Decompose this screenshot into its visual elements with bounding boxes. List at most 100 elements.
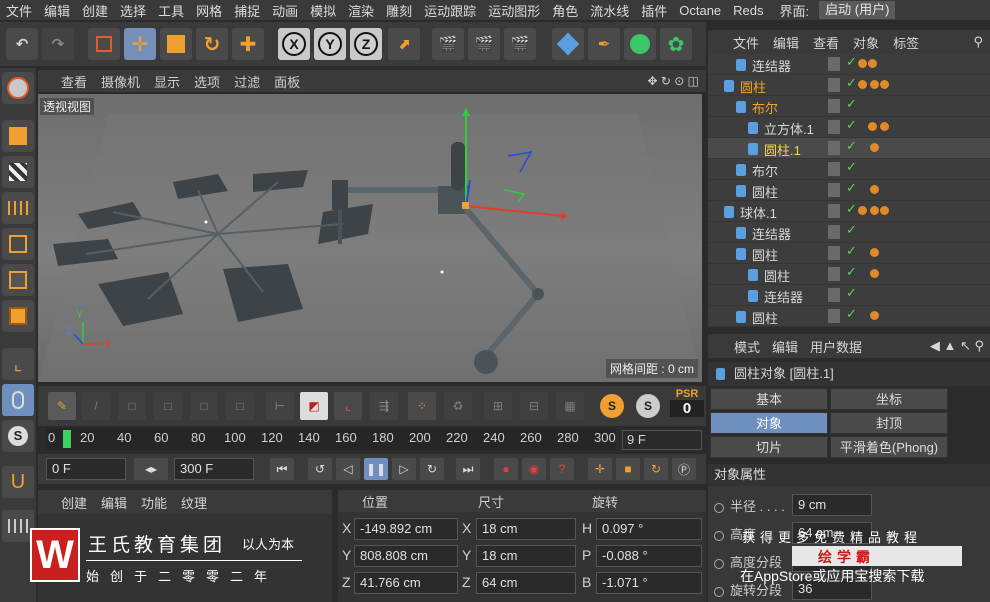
enabled-check-icon[interactable]: ✓ — [846, 285, 857, 301]
axis-mode-button[interactable]: ⌞ — [2, 348, 34, 380]
key-param-button[interactable]: Ⓟ — [672, 458, 696, 480]
tag-icon[interactable] — [868, 59, 877, 68]
menu-octane[interactable]: Octane — [673, 3, 727, 18]
visibility-toggle[interactable] — [828, 99, 840, 113]
viewport-nav-icons[interactable]: ✥ ↻ ⊙ ◫ — [640, 74, 706, 88]
visibility-toggle[interactable] — [828, 57, 840, 71]
snap-button[interactable]: S — [2, 420, 34, 452]
viewport-menu-view[interactable]: 查看 — [54, 72, 94, 91]
model-mode-button[interactable] — [2, 120, 34, 152]
tag-icon[interactable] — [868, 122, 877, 131]
current-frame-field[interactable]: 9 F — [622, 430, 702, 450]
enabled-check-icon[interactable]: ✓ — [846, 54, 857, 70]
start-frame-field[interactable]: 0 F — [46, 458, 126, 480]
x-axis-button[interactable]: X — [278, 28, 310, 60]
visibility-toggle[interactable] — [828, 141, 840, 155]
coordinate-system-button[interactable]: ⬈ — [388, 28, 420, 60]
menu-edit[interactable]: 编辑 — [38, 1, 76, 20]
end-frame-field[interactable]: 300 F — [174, 458, 254, 480]
object-name[interactable]: 连结器 — [752, 224, 791, 243]
render-view-button[interactable]: 🎬 — [432, 28, 464, 60]
points-mode-button[interactable] — [2, 228, 34, 260]
playhead[interactable] — [63, 430, 71, 448]
menu-plugins[interactable]: 插件 — [635, 1, 673, 20]
pos-y-field[interactable]: 808.808 cm — [354, 545, 458, 567]
tweak-mode-button[interactable] — [2, 384, 34, 416]
object-row[interactable]: 连结器 ✓ — [708, 222, 990, 243]
psr-indicator[interactable]: PSR 0 — [670, 388, 704, 417]
keyframe-help-button[interactable]: ? — [550, 458, 574, 480]
undo-button[interactable]: ↶ — [6, 28, 38, 60]
size-z-field[interactable]: 64 cm — [476, 572, 576, 594]
attr-menu-userdata[interactable]: 用户数据 — [804, 337, 868, 356]
enabled-check-icon[interactable]: ✓ — [846, 117, 857, 133]
enabled-check-icon[interactable]: ✓ — [846, 264, 857, 280]
menu-sculpt[interactable]: 雕刻 — [380, 1, 418, 20]
menu-character[interactable]: 角色 — [546, 1, 584, 20]
visibility-toggle[interactable] — [828, 120, 840, 134]
cloner-button[interactable]: ✿ — [660, 28, 692, 60]
rot-p-field[interactable]: -0.088 ° — [596, 545, 702, 567]
play-pause-button[interactable]: ❚❚ — [364, 458, 388, 480]
enabled-check-icon[interactable]: ✓ — [846, 201, 857, 217]
visibility-toggle[interactable] — [828, 162, 840, 176]
cube-key-3-button[interactable]: □ — [190, 392, 218, 420]
subdivision-button[interactable] — [624, 28, 656, 60]
visibility-toggle[interactable] — [828, 204, 840, 218]
points-key-button[interactable]: ⁘ — [408, 392, 436, 420]
object-name[interactable]: 布尔 — [752, 161, 778, 180]
viewport-menu-options[interactable]: 选项 — [187, 72, 227, 91]
enabled-check-icon[interactable]: ✓ — [846, 180, 857, 196]
enabled-check-icon[interactable]: ✓ — [846, 138, 857, 154]
next-key-button[interactable]: ↻ — [420, 458, 444, 480]
menu-create[interactable]: 创建 — [76, 1, 114, 20]
goto-start-button[interactable]: ⏮ — [270, 458, 294, 480]
prev-key-button[interactable]: ↺ — [308, 458, 332, 480]
visibility-toggle[interactable] — [828, 183, 840, 197]
visibility-toggle[interactable] — [828, 78, 840, 92]
visibility-toggle[interactable] — [828, 267, 840, 281]
frame-key-button[interactable]: ▦ — [556, 392, 584, 420]
material-area[interactable] — [38, 514, 332, 602]
om-menu-view[interactable]: 查看 — [806, 33, 846, 52]
tag-icon[interactable] — [870, 248, 879, 257]
om-menu-object[interactable]: 对象 — [846, 33, 886, 52]
menu-simulate[interactable]: 模拟 — [304, 1, 342, 20]
key-position-button[interactable]: ✛ — [588, 458, 612, 480]
viewport-menu-filter[interactable]: 过滤 — [227, 72, 267, 91]
om-menu-tags[interactable]: 标签 — [886, 33, 926, 52]
cube-key-4-button[interactable]: □ — [226, 392, 254, 420]
layout-key-button[interactable]: ⊟ — [520, 392, 548, 420]
object-name[interactable]: 圆柱 — [740, 77, 766, 96]
brush-button[interactable]: / — [82, 392, 110, 420]
object-row[interactable]: 布尔 ✓ — [708, 96, 990, 117]
tab-caps[interactable]: 封顶 — [830, 412, 948, 434]
next-frame-button[interactable]: ▷ — [392, 458, 416, 480]
render-picture-viewer-button[interactable]: 🎬 — [468, 28, 500, 60]
om-menu-edit[interactable]: 编辑 — [766, 33, 806, 52]
viewport-menu-camera[interactable]: 摄像机 — [94, 72, 147, 91]
cube-key-1-button[interactable]: □ — [118, 392, 146, 420]
cube-key-2-button[interactable]: □ — [154, 392, 182, 420]
viewport-menu-panel[interactable]: 面板 — [267, 72, 307, 91]
cube-object-button[interactable] — [552, 28, 584, 60]
object-name[interactable]: 连结器 — [752, 56, 791, 75]
tab-coord[interactable]: 坐标 — [830, 388, 948, 410]
texture-mode-button[interactable] — [2, 156, 34, 188]
tag-icon[interactable] — [858, 59, 867, 68]
keyframe-tool-button[interactable]: ✎ — [48, 392, 76, 420]
menu-mograph[interactable]: 运动图形 — [482, 1, 546, 20]
snap-s2-button[interactable]: S — [634, 392, 662, 420]
om-menu-file[interactable]: 文件 — [726, 33, 766, 52]
align-button[interactable]: ⇶ — [370, 392, 398, 420]
material-menu-edit[interactable]: 编辑 — [94, 493, 134, 512]
menu-render[interactable]: 渲染 — [342, 1, 380, 20]
menu-motion-tracking[interactable]: 运动跟踪 — [418, 1, 482, 20]
object-name[interactable]: 布尔 — [752, 98, 778, 117]
object-row[interactable]: 立方体.1 ✓ — [708, 117, 990, 138]
visibility-toggle[interactable] — [828, 309, 840, 323]
object-row[interactable]: 圆柱 ✓ — [708, 180, 990, 201]
object-name[interactable]: 圆柱 — [764, 266, 790, 285]
grid-key-button[interactable]: ⊞ — [484, 392, 512, 420]
attr-menu-edit[interactable]: 编辑 — [766, 337, 804, 356]
